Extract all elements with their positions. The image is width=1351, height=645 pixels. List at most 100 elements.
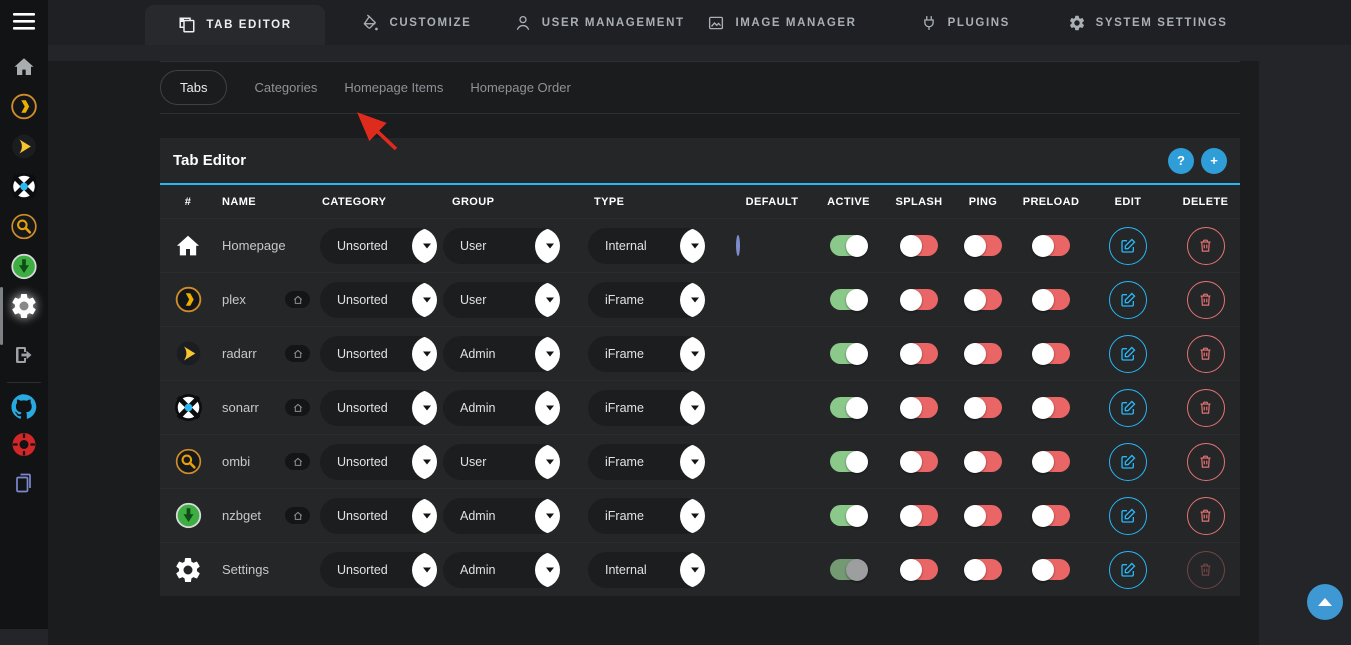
sidebar-item-homepage[interactable] (12, 55, 36, 84)
sidebar-item-sonarr[interactable] (10, 172, 39, 206)
category-select[interactable]: Unsorted (320, 552, 437, 588)
subtab-tabs[interactable]: Tabs (160, 70, 227, 105)
preload-toggle[interactable] (1033, 397, 1070, 418)
splash-toggle[interactable] (901, 289, 938, 310)
sidebar-item-support[interactable] (12, 432, 37, 462)
subtab-homepage-items[interactable]: Homepage Items (344, 71, 443, 104)
ping-toggle[interactable] (965, 289, 1002, 310)
nav-tab-customize[interactable]: CUSTOMIZE (325, 0, 508, 45)
type-select[interactable]: iFrame (588, 498, 705, 534)
preload-toggle[interactable] (1033, 343, 1070, 364)
sidebar-item-docs[interactable] (12, 471, 36, 500)
type-select[interactable]: iFrame (588, 444, 705, 480)
category-select[interactable]: Unsorted (320, 444, 437, 480)
ping-toggle[interactable] (965, 451, 1002, 472)
help-button[interactable]: ? (1168, 148, 1194, 174)
homepage-item-badge[interactable] (285, 345, 310, 362)
group-select[interactable]: User (443, 228, 560, 264)
splash-toggle[interactable] (901, 235, 938, 256)
tab-name: plex (216, 292, 282, 307)
sidebar-item-logout[interactable] (12, 343, 36, 372)
active-toggle[interactable] (830, 289, 867, 310)
ping-toggle[interactable] (965, 559, 1002, 580)
active-toggle[interactable] (830, 505, 867, 526)
splash-toggle[interactable] (901, 505, 938, 526)
category-select[interactable]: Unsorted (320, 498, 437, 534)
group-select[interactable]: Admin (443, 498, 560, 534)
sidebar-item-settings[interactable] (9, 291, 39, 326)
type-select[interactable]: iFrame (588, 336, 705, 372)
type-select[interactable]: iFrame (588, 390, 705, 426)
delete-button[interactable] (1187, 227, 1225, 265)
splash-toggle[interactable] (901, 451, 938, 472)
edit-button[interactable] (1109, 281, 1147, 319)
category-select[interactable]: Unsorted (320, 282, 437, 318)
category-select[interactable]: Unsorted (320, 228, 437, 264)
active-toggle[interactable] (830, 559, 867, 580)
preload-toggle[interactable] (1033, 235, 1070, 256)
ping-toggle[interactable] (965, 343, 1002, 364)
homepage-item-badge[interactable] (285, 507, 310, 524)
delete-button[interactable] (1187, 497, 1225, 535)
delete-button[interactable] (1187, 335, 1225, 373)
column-header-type: TYPE (588, 196, 736, 208)
edit-button[interactable] (1109, 335, 1147, 373)
edit-button[interactable] (1109, 551, 1147, 589)
homepage-item-badge[interactable] (285, 291, 310, 308)
ping-toggle[interactable] (965, 397, 1002, 418)
type-select[interactable]: Internal (588, 228, 705, 264)
edit-button[interactable] (1109, 443, 1147, 481)
edit-button[interactable] (1109, 227, 1147, 265)
nav-tab-label: TAB EDITOR (206, 19, 291, 31)
subtab-categories[interactable]: Categories (254, 71, 317, 104)
category-select[interactable]: Unsorted (320, 336, 437, 372)
delete-button[interactable] (1187, 389, 1225, 427)
add-tab-button[interactable]: + (1201, 148, 1227, 174)
scroll-to-top-button[interactable] (1307, 584, 1343, 620)
active-toggle[interactable] (830, 451, 867, 472)
sidebar-item-menu[interactable] (13, 13, 35, 35)
active-toggle[interactable] (830, 235, 867, 256)
type-select[interactable]: iFrame (588, 282, 705, 318)
sidebar-scrollbar-thumb[interactable] (0, 287, 3, 345)
homepage-item-badge[interactable] (285, 399, 310, 416)
delete-button[interactable] (1187, 281, 1225, 319)
preload-toggle[interactable] (1033, 559, 1070, 580)
preload-toggle[interactable] (1033, 289, 1070, 310)
homepage-item-badge[interactable] (285, 453, 310, 470)
preload-toggle[interactable] (1033, 451, 1070, 472)
splash-toggle[interactable] (901, 343, 938, 364)
nav-tab-user-management[interactable]: USER MANAGEMENT (508, 0, 691, 45)
splash-toggle[interactable] (901, 397, 938, 418)
select-value: Unsorted (337, 293, 388, 307)
plex-icon (11, 93, 38, 125)
nav-tab-image-manager[interactable]: IMAGE MANAGER (691, 0, 874, 45)
edit-button[interactable] (1109, 497, 1147, 535)
category-select[interactable]: Unsorted (320, 390, 437, 426)
nav-tab-tab-editor[interactable]: TAB EDITOR (145, 5, 325, 45)
column-header-name: NAME (216, 196, 320, 208)
sidebar-item-nzbget[interactable] (11, 253, 38, 285)
group-select[interactable]: Admin (443, 390, 560, 426)
ping-toggle[interactable] (965, 505, 1002, 526)
preload-toggle[interactable] (1033, 505, 1070, 526)
type-select[interactable]: Internal (588, 552, 705, 588)
sidebar-item-plex[interactable] (11, 93, 38, 125)
subtab-homepage-order[interactable]: Homepage Order (470, 71, 570, 104)
group-select[interactable]: Admin (443, 552, 560, 588)
sidebar-item-ombi[interactable] (11, 213, 38, 245)
edit-button[interactable] (1109, 389, 1147, 427)
active-toggle[interactable] (830, 343, 867, 364)
splash-toggle[interactable] (901, 559, 938, 580)
group-select[interactable]: User (443, 444, 560, 480)
sidebar-item-github[interactable] (12, 394, 37, 424)
ping-toggle[interactable] (965, 235, 1002, 256)
delete-button[interactable] (1187, 443, 1225, 481)
nav-tab-plugins[interactable]: PLUGINS (873, 0, 1056, 45)
default-radio[interactable] (736, 235, 740, 256)
active-toggle[interactable] (830, 397, 867, 418)
group-select[interactable]: Admin (443, 336, 560, 372)
group-select[interactable]: User (443, 282, 560, 318)
sidebar-item-radarr[interactable] (11, 133, 38, 165)
nav-tab-system-settings[interactable]: SYSTEM SETTINGS (1056, 0, 1239, 45)
